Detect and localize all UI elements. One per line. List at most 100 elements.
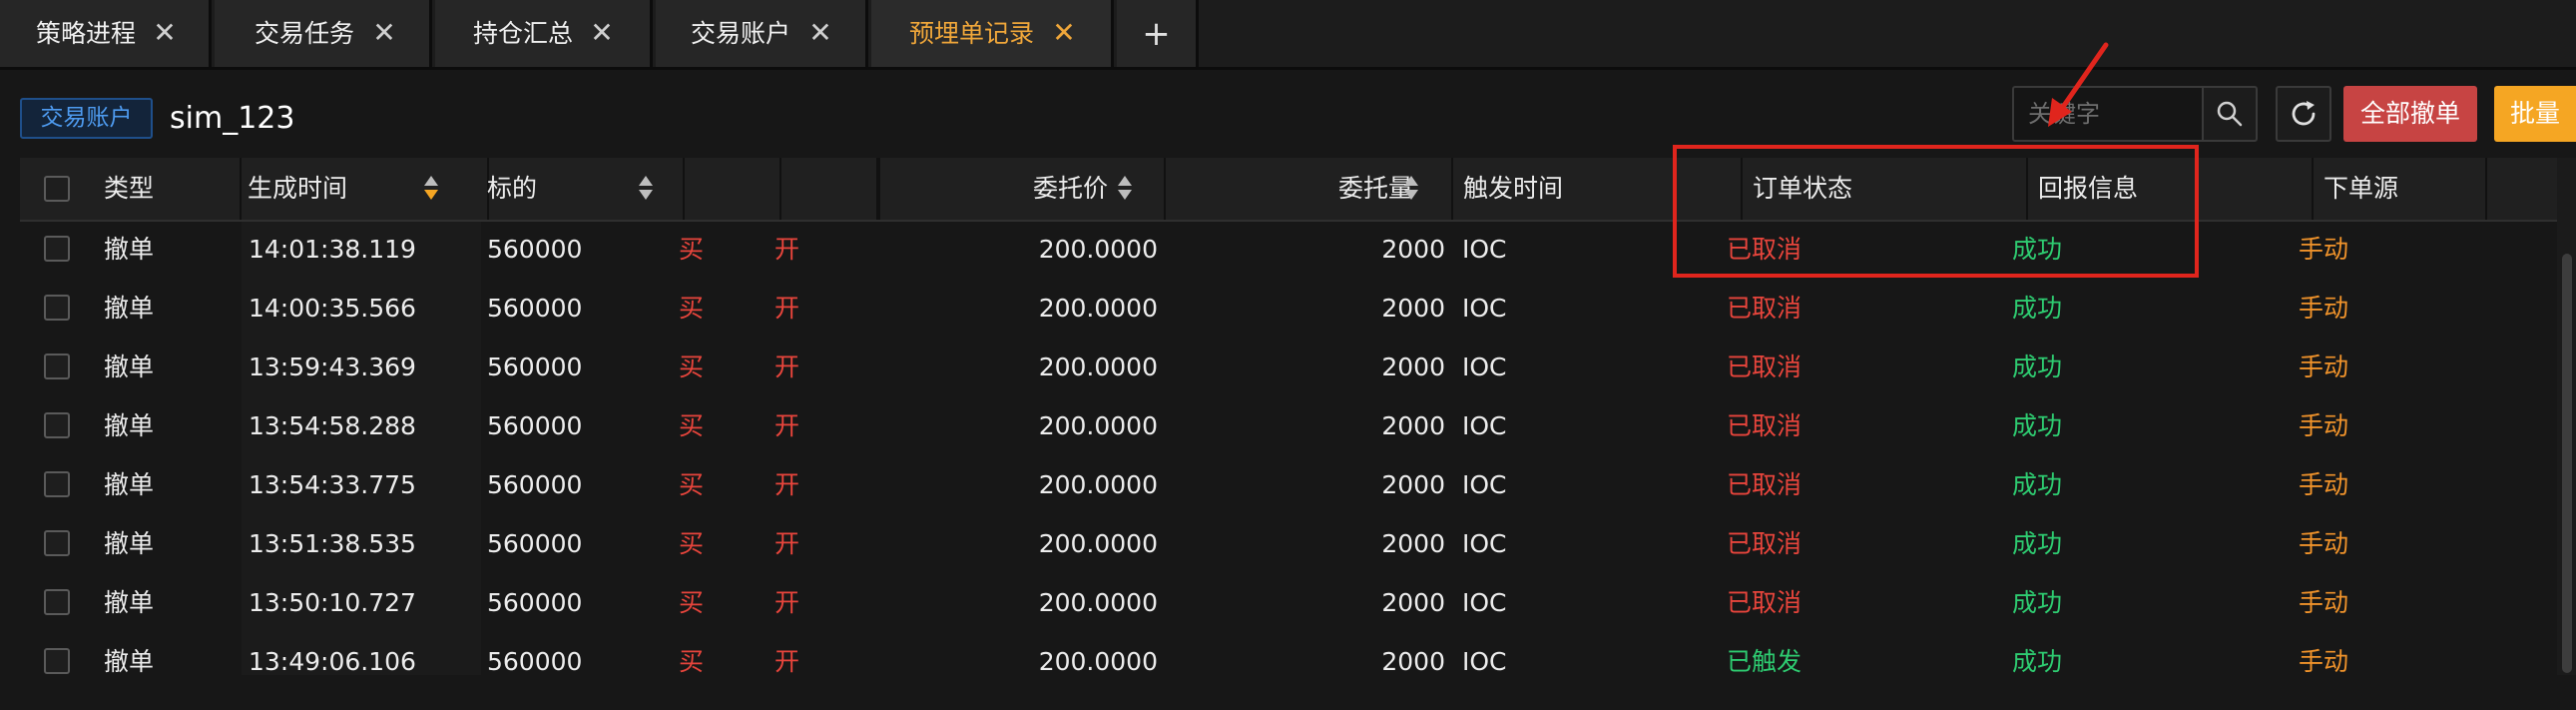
- cell-direction: 买: [679, 529, 705, 558]
- row-checkbox[interactable]: [44, 236, 70, 262]
- cell-offset: 开: [774, 353, 800, 381]
- tab-label: 预埋单记录: [909, 19, 1035, 48]
- sort-icon[interactable]: [639, 174, 653, 204]
- tab-bar: 策略进程 ✕ 交易任务 ✕ 持仓汇总 ✕ 交易账户 ✕ 预埋单记录 ✕ +: [0, 0, 2576, 70]
- cell-order-source: 手动: [2299, 529, 2349, 558]
- select-all-checkbox[interactable]: [44, 176, 70, 202]
- row-checkbox[interactable]: [44, 412, 70, 438]
- cancel-all-button[interactable]: 全部撤单: [2343, 86, 2477, 142]
- refresh-button[interactable]: [2276, 86, 2331, 142]
- row-checkbox[interactable]: [44, 295, 70, 321]
- table-row[interactable]: 撤单 13:50:10.727 560000 买 开 200.0000 2000 IOC 已取消…: [20, 573, 2559, 632]
- cell-trigger-time: IOC: [1462, 529, 1507, 558]
- cell-order-status: 已取消: [1727, 294, 1803, 323]
- cell-gen-time: 14:01:38.119: [249, 235, 416, 264]
- row-checkbox[interactable]: [44, 530, 70, 556]
- cell-order-status: 已取消: [1727, 588, 1803, 617]
- close-icon[interactable]: ✕: [150, 18, 180, 48]
- cell-symbol: 560000: [487, 588, 583, 617]
- table-row[interactable]: 撤单 14:01:38.119 560000 买 开 200.0000 2000 IOC 已取消…: [20, 220, 2559, 279]
- cell-order-source: 手动: [2299, 588, 2349, 617]
- cell-gen-time: 14:00:35.566: [249, 294, 416, 323]
- tab-position-summary[interactable]: 持仓汇总 ✕: [435, 0, 653, 67]
- cell-offset: 开: [774, 647, 800, 676]
- cell-gen-time: 13:51:38.535: [249, 529, 416, 558]
- cell-reply-info: 成功: [2012, 588, 2063, 617]
- col-gen-time[interactable]: 生成时间: [246, 158, 489, 220]
- sort-icon[interactable]: [1404, 174, 1418, 204]
- cell-qty: 2000: [1381, 647, 1445, 676]
- cell-type: 撤单: [104, 470, 155, 499]
- table-header: 类型 生成时间 标的 委托价 委托量 触发时间 订单状态 回报信息 下单源: [20, 158, 2559, 222]
- cell-price: 200.0000: [1038, 294, 1158, 323]
- col-symbol[interactable]: 标的: [485, 158, 685, 220]
- row-checkbox[interactable]: [44, 589, 70, 615]
- table-row[interactable]: 撤单 13:59:43.369 560000 买 开 200.0000 2000 IOC 已取消…: [20, 338, 2559, 396]
- col-type[interactable]: 类型: [104, 158, 242, 220]
- cell-order-status: 已触发: [1727, 647, 1803, 676]
- cell-reply-info: 成功: [2012, 235, 2063, 264]
- batch-button[interactable]: 批量: [2494, 86, 2576, 142]
- col-order-source[interactable]: 下单源: [2314, 158, 2487, 220]
- cell-trigger-time: IOC: [1462, 411, 1507, 440]
- cell-price: 200.0000: [1038, 411, 1158, 440]
- add-tab-button[interactable]: +: [1117, 0, 1199, 67]
- cell-direction: 买: [679, 588, 705, 617]
- cell-qty: 2000: [1381, 294, 1445, 323]
- cell-qty: 2000: [1381, 353, 1445, 381]
- table-row[interactable]: 撤单 13:54:58.288 560000 买 开 200.0000 2000 IOC 已取消…: [20, 396, 2559, 455]
- table-row[interactable]: 撤单 14:00:35.566 560000 买 开 200.0000 2000 IOC 已取消…: [20, 279, 2559, 338]
- cell-price: 200.0000: [1038, 588, 1158, 617]
- cell-direction: 买: [679, 470, 705, 499]
- tab-preorder-records[interactable]: 预埋单记录 ✕: [871, 0, 1114, 67]
- col-reply-info[interactable]: 回报信息: [2028, 158, 2314, 220]
- tab-label: 交易任务: [255, 19, 355, 48]
- close-icon[interactable]: ✕: [369, 18, 399, 48]
- cell-order-source: 手动: [2299, 353, 2349, 381]
- plus-icon: +: [1142, 13, 1171, 54]
- cell-type: 撤单: [104, 411, 155, 440]
- close-icon[interactable]: ✕: [587, 18, 617, 48]
- row-checkbox[interactable]: [44, 471, 70, 497]
- row-checkbox[interactable]: [44, 354, 70, 379]
- tab-trade-task[interactable]: 交易任务 ✕: [215, 0, 432, 67]
- cell-reply-info: 成功: [2012, 470, 2063, 499]
- col-trigger-time-label: 触发时间: [1463, 174, 1564, 203]
- tab-trade-account[interactable]: 交易账户 ✕: [656, 0, 868, 67]
- tab-label: 交易账户: [691, 19, 791, 48]
- cell-symbol: 560000: [487, 529, 583, 558]
- table-row[interactable]: 撤单 13:49:06.106 560000 买 开 200.0000 2000 IOC 已触发…: [20, 632, 2559, 691]
- close-icon[interactable]: ✕: [805, 18, 835, 48]
- search-input[interactable]: [2014, 88, 2202, 140]
- cell-direction: 买: [679, 353, 705, 381]
- search-field[interactable]: [2012, 86, 2204, 142]
- col-order-status[interactable]: 订单状态: [1743, 158, 2028, 220]
- table-row[interactable]: 撤单 13:54:33.775 560000 买 开 200.0000 2000 IOC 已取消…: [20, 455, 2559, 514]
- cell-qty: 2000: [1381, 470, 1445, 499]
- cell-symbol: 560000: [487, 353, 583, 381]
- cell-gen-time: 13:59:43.369: [249, 353, 416, 381]
- col-order-source-label: 下单源: [2323, 174, 2399, 203]
- cell-offset: 开: [774, 588, 800, 617]
- tab-label: 策略进程: [36, 19, 137, 48]
- cell-order-status: 已取消: [1727, 470, 1803, 499]
- cell-direction: 买: [679, 411, 705, 440]
- cell-qty: 2000: [1381, 411, 1445, 440]
- tab-strategy-process[interactable]: 策略进程 ✕: [0, 0, 212, 67]
- close-icon[interactable]: ✕: [1049, 18, 1079, 48]
- cell-order-status: 已取消: [1727, 529, 1803, 558]
- cell-offset: 开: [774, 411, 800, 440]
- cell-gen-time: 13:54:58.288: [249, 411, 416, 440]
- row-checkbox[interactable]: [44, 648, 70, 674]
- cell-trigger-time: IOC: [1462, 294, 1507, 323]
- cell-price: 200.0000: [1038, 353, 1158, 381]
- sort-icon[interactable]: [424, 174, 438, 204]
- table-row[interactable]: 撤单 13:51:38.535 560000 买 开 200.0000 2000 IOC 已取消…: [20, 514, 2559, 573]
- cell-type: 撤单: [104, 647, 155, 676]
- cell-order-source: 手动: [2299, 470, 2349, 499]
- search-button[interactable]: [2202, 86, 2258, 142]
- scrollbar-thumb[interactable]: [2562, 254, 2572, 673]
- col-trigger-time[interactable]: 触发时间: [1453, 158, 1743, 220]
- col-offset: [781, 158, 878, 220]
- sort-icon[interactable]: [1118, 174, 1132, 204]
